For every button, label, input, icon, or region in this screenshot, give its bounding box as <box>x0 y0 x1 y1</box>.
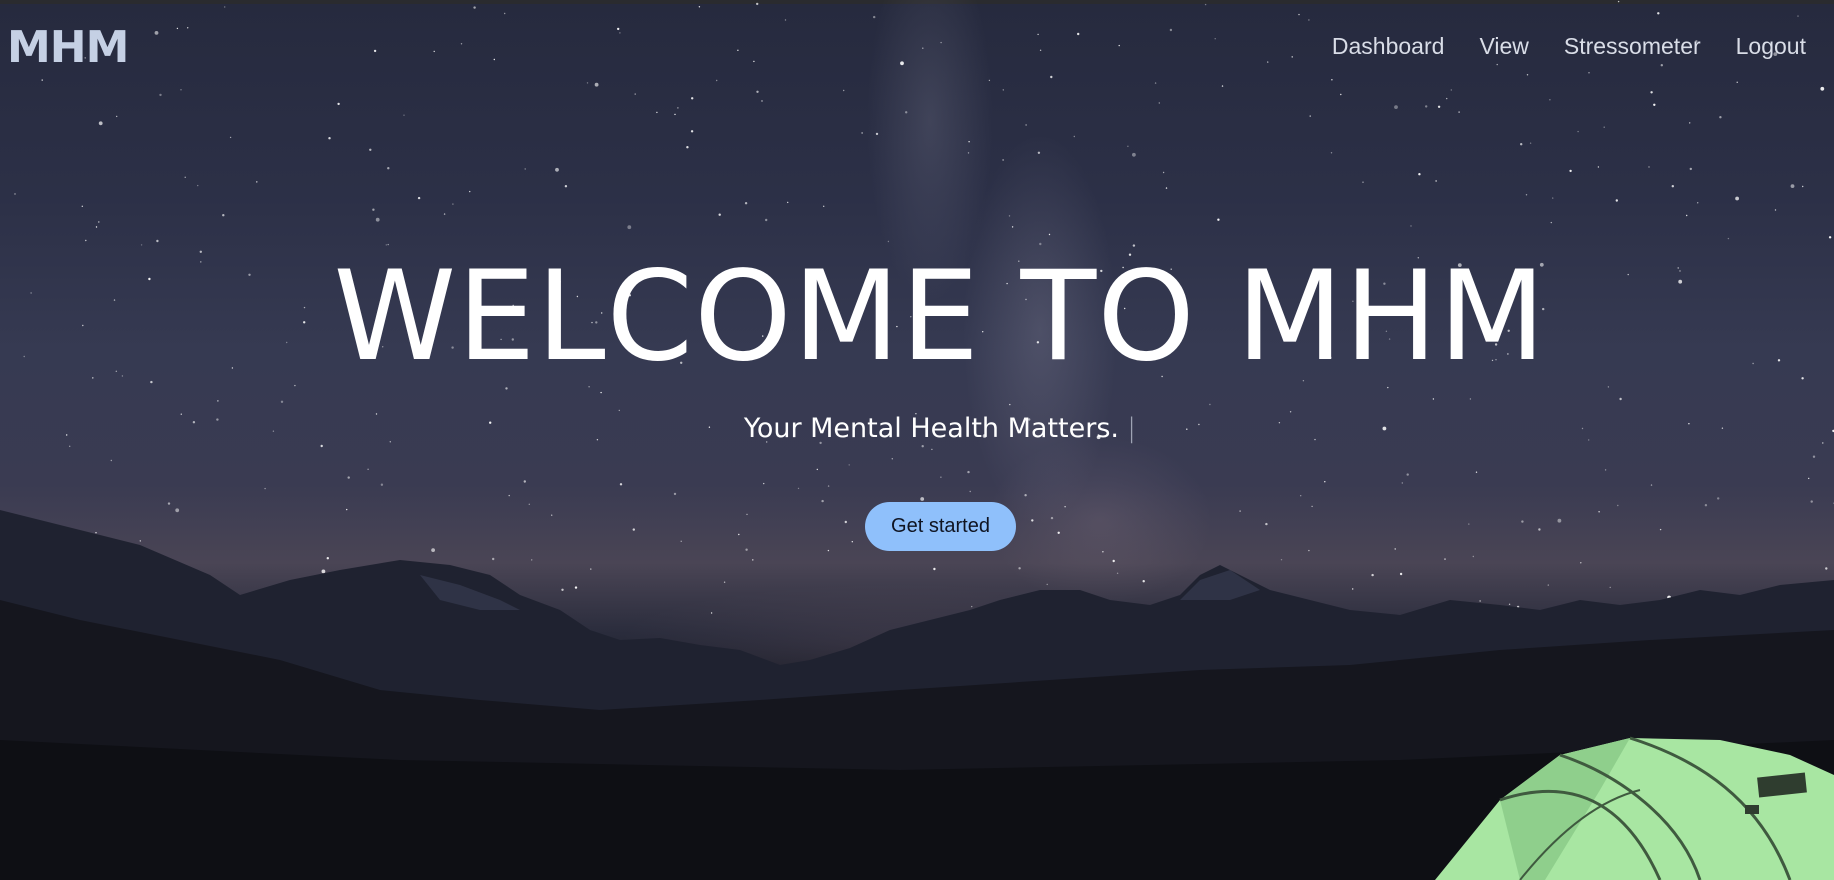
nav-links: Dashboard View Stressometer Logout <box>1332 33 1806 60</box>
hero-title: WELCOME TO MHM <box>333 245 1547 389</box>
nav-link-stressometer[interactable]: Stressometer <box>1564 33 1701 60</box>
nav-link-view[interactable]: View <box>1479 33 1528 60</box>
typing-cursor: | <box>1126 413 1137 444</box>
nav-link-dashboard[interactable]: Dashboard <box>1332 33 1445 60</box>
hero-subtitle: Your Mental Health Matters. <box>743 413 1119 444</box>
get-started-button[interactable]: Get started <box>865 502 1016 551</box>
landing-page: MHM Dashboard View Stressometer Logout W… <box>0 0 1834 880</box>
hero-subtitle-line: Your Mental Health Matters. | <box>0 413 1834 444</box>
top-navbar: MHM Dashboard View Stressometer Logout <box>0 0 1834 96</box>
nav-link-logout[interactable]: Logout <box>1736 33 1806 60</box>
site-logo[interactable]: MHM <box>7 22 129 73</box>
